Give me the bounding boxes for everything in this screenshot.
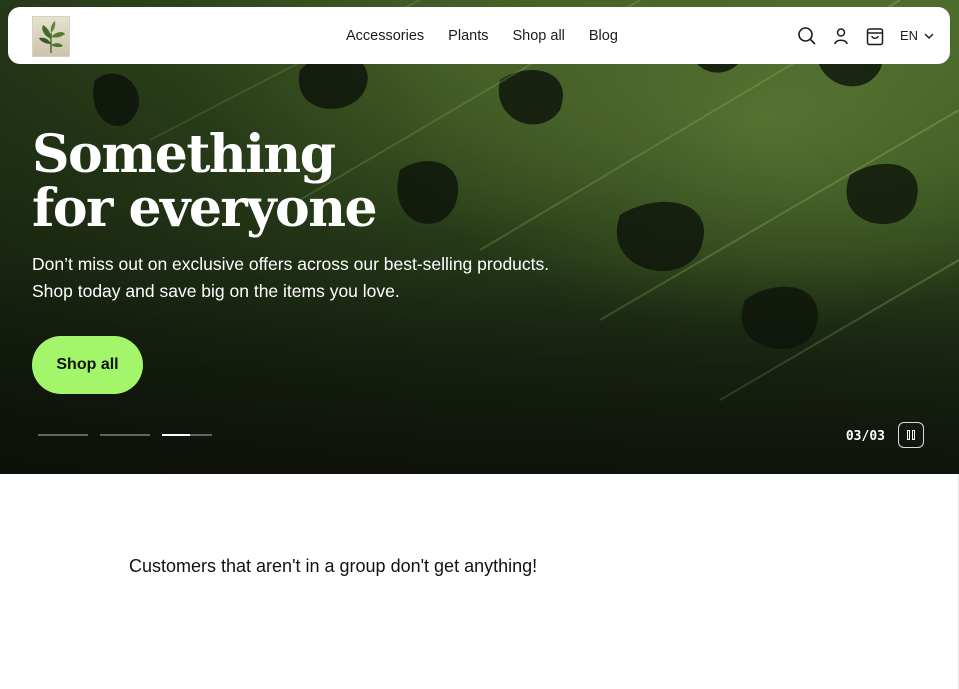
header-actions: EN	[784, 7, 934, 64]
pause-icon-bar	[912, 430, 915, 440]
nav-link-plants[interactable]: Plants	[448, 28, 488, 44]
promo-message: Customers that aren't in a group don't g…	[129, 556, 538, 576]
account-icon[interactable]	[830, 25, 852, 47]
site-header: Accessories Plants Shop all Blog EN	[8, 7, 950, 64]
slide-indicator-1[interactable]	[38, 434, 88, 436]
slide-progress	[38, 434, 224, 436]
search-icon[interactable]	[796, 25, 818, 47]
shop-all-button[interactable]: Shop all	[32, 336, 143, 394]
nav-link-shop-all[interactable]: Shop all	[512, 28, 564, 44]
hero-headline: Something for everyone	[32, 124, 378, 239]
language-selector[interactable]: EN	[900, 28, 934, 43]
nav-link-blog[interactable]: Blog	[589, 28, 618, 44]
hero-subtext: Don’t miss out on exclusive offers acros…	[32, 254, 550, 301]
pause-icon-bar	[907, 430, 910, 440]
slide-indicator-3[interactable]	[162, 434, 212, 436]
chevron-down-icon	[924, 33, 934, 39]
store-logo[interactable]	[32, 16, 70, 57]
language-label: EN	[899, 28, 918, 43]
slide-indicator-2[interactable]	[100, 434, 150, 436]
hero-headline-line2: for everyone	[32, 178, 378, 239]
plant-logo-icon	[39, 21, 65, 53]
hero-headline-line1: Something	[32, 124, 336, 185]
pause-button[interactable]	[898, 422, 924, 448]
nav-link-accessories[interactable]: Accessories	[346, 28, 424, 44]
cart-icon[interactable]	[864, 25, 886, 47]
slide-counter: 03/03	[845, 429, 885, 444]
main-nav: Accessories Plants Shop all Blog	[346, 7, 642, 64]
